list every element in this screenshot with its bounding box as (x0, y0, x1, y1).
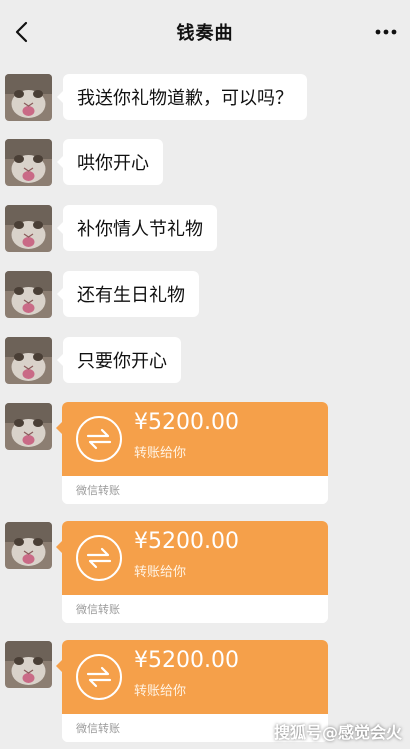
chat-title: 钱奏曲 (176, 23, 234, 44)
avatar[interactable] (5, 641, 52, 688)
back-button[interactable] (8, 18, 36, 46)
transfer-footer: 微信转账 (62, 476, 328, 504)
cat-avatar-icon (5, 641, 52, 688)
more-dots-icon (375, 29, 397, 35)
transfer-card[interactable]: ¥5200.00 转账给你 微信转账 (62, 402, 328, 504)
message-bubble[interactable]: 还有生日礼物 (57, 271, 199, 317)
transfer-card-body: ¥5200.00 转账给你 (62, 521, 328, 595)
transfer-arrows-icon (76, 654, 122, 700)
message-bubble[interactable]: 我送你礼物道歉，可以吗？ (57, 74, 307, 120)
cat-avatar-icon (5, 205, 52, 252)
avatar[interactable] (5, 205, 52, 252)
cat-avatar-icon (5, 403, 52, 450)
message-bubble[interactable]: 只要你开心 (57, 337, 181, 383)
chevron-left-icon (15, 21, 28, 43)
transfer-card-body: ¥5200.00 转账给你 (62, 402, 328, 476)
avatar[interactable] (5, 74, 52, 121)
message-bubble[interactable]: 哄你开心 (57, 139, 163, 185)
transfer-amount: ¥5200.00 (134, 410, 239, 435)
avatar[interactable] (5, 522, 52, 569)
transfer-arrows-icon (76, 416, 122, 462)
cat-avatar-icon (5, 74, 52, 121)
transfer-amount: ¥5200.00 (134, 648, 239, 673)
cat-avatar-icon (5, 337, 52, 384)
cat-avatar-icon (5, 271, 52, 318)
watermark: 搜狐号@感觉会火 (273, 723, 402, 742)
avatar[interactable] (5, 139, 52, 186)
transfer-card-body: ¥5200.00 转账给你 (62, 640, 328, 714)
message-bubble[interactable]: 补你情人节礼物 (57, 205, 217, 251)
chat-header: 钱奏曲 (0, 0, 410, 64)
more-button[interactable] (372, 20, 400, 44)
avatar[interactable] (5, 271, 52, 318)
cat-avatar-icon (5, 139, 52, 186)
avatar[interactable] (5, 403, 52, 450)
transfer-note: 转账给你 (134, 565, 187, 580)
transfer-footer: 微信转账 (62, 595, 328, 623)
transfer-note: 转账给你 (134, 446, 187, 461)
avatar[interactable] (5, 337, 52, 384)
transfer-note: 转账给你 (134, 684, 187, 699)
transfer-arrows-icon (76, 535, 122, 581)
transfer-card[interactable]: ¥5200.00 转账给你 微信转账 (62, 521, 328, 623)
cat-avatar-icon (5, 522, 52, 569)
transfer-amount: ¥5200.00 (134, 529, 239, 554)
